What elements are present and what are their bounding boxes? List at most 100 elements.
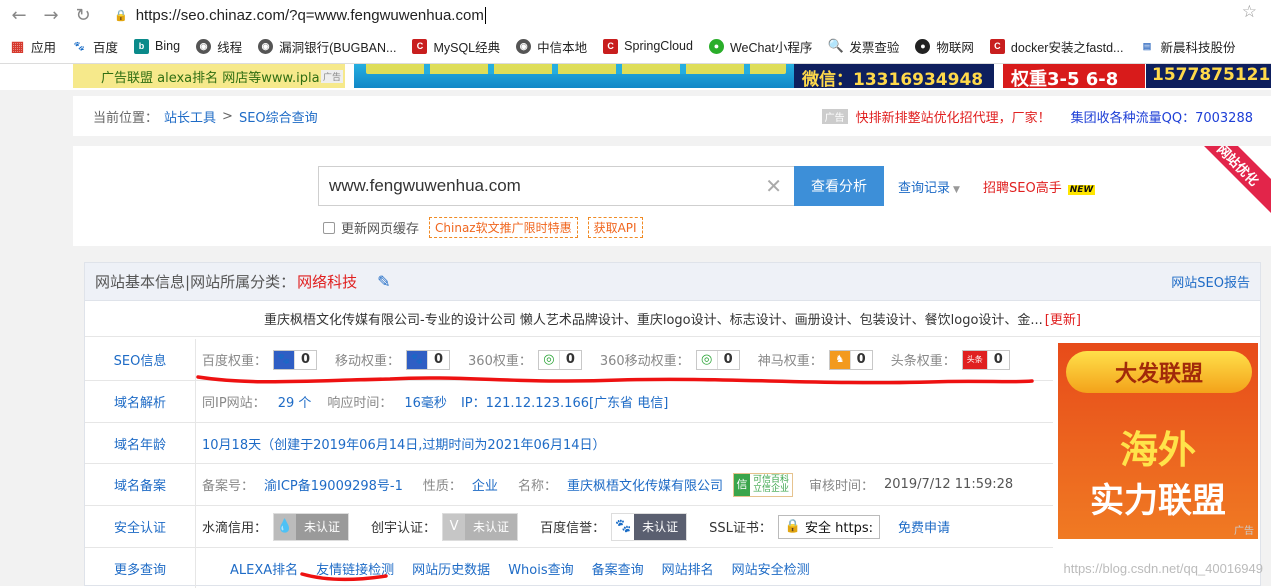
seo-label[interactable]: SEO信息 [85, 339, 196, 380]
query-history-dropdown[interactable]: 查询记录 ▼ [898, 177, 960, 196]
trusted-badge[interactable]: 信可信百科 立信企业 [732, 472, 793, 497]
bookmark-thread[interactable]: ◉ 线程 [196, 37, 242, 56]
bookmark-xinchen[interactable]: ▤ 新晨科技股份 [1139, 37, 1236, 56]
history-link[interactable]: 网站历史数据 [412, 559, 490, 578]
site-rank-link[interactable]: 网站排名 [662, 559, 714, 578]
bookmark-invoice[interactable]: 🔍 发票查验 [828, 37, 900, 56]
seo-row: SEO信息 百度权重： 🐾 0 移动权重： 🐾 0 360权重： ◎ 0 360移动权重： ◎… [85, 339, 1053, 381]
corner-ribbon[interactable]: 网站优化 [1181, 146, 1271, 222]
icp-name[interactable]: 重庆枫梧文化传媒有限公司 [567, 475, 723, 494]
ip-info[interactable]: IP：121.12.123.166[广东省 电信] [461, 392, 668, 411]
baidu-paw-icon: 🐾 [407, 350, 428, 369]
edit-icon[interactable]: ✎ [377, 272, 390, 291]
info-title: 网站基本信息 [95, 273, 186, 291]
site-category[interactable]: 网络科技 [297, 271, 357, 292]
bookmark-iot[interactable]: ● 物联网 [915, 37, 974, 56]
bookmark-wechat[interactable]: ● WeChat小程序 [708, 37, 812, 56]
360-mobile-weight[interactable]: 360移动权重： ◎ 0 [600, 349, 740, 370]
ad-badge: 广告 [821, 108, 848, 124]
alexa-link[interactable]: ALEXA排名 [230, 559, 298, 578]
free-apply-link[interactable]: 免费申请 [898, 517, 950, 536]
ad-alexa[interactable]: 广告联盟 alexa排名 网店等www.ipla.cc 广告 [73, 64, 345, 88]
site-info-panel: 网站基本信息 |网站所属分类： 网络科技 ✎ 网站SEO报告 重庆枫梧文化传媒有… [84, 262, 1261, 588]
ad-weight[interactable]: 权重3-5 6-8 [1003, 64, 1145, 90]
shuidi-badge[interactable]: 💧 未认证 [273, 512, 350, 541]
age-label[interactable]: 域名年龄 [85, 423, 196, 463]
ad-wechat[interactable]: 微信：13316934948 [794, 64, 994, 90]
baidu-paw-icon: 🐾 [274, 350, 295, 369]
age-row: 域名年龄 10月18天（创建于2019年06月14日,过期时间为2021年06月… [85, 423, 1053, 464]
qq-link[interactable]: 集团收各种流量QQ：7003288 [1071, 107, 1253, 126]
side-ad[interactable]: 大发联盟 海外 实力联盟 广告 [1058, 343, 1258, 539]
bookmark-citic[interactable]: ◉ 中信本地 [516, 37, 587, 56]
reload-icon[interactable]: ↻ [70, 2, 96, 28]
forward-icon[interactable]: → [38, 2, 64, 28]
mobile-weight[interactable]: 移动权重： 🐾 0 [335, 349, 451, 370]
dns-label[interactable]: 域名解析 [85, 381, 196, 422]
response-time[interactable]: 16毫秒 [404, 392, 447, 411]
toutiao-weight[interactable]: 头条权重： 头条 0 [891, 349, 1010, 370]
bookmark-bugbank[interactable]: ◉ 漏洞银行(BUGBAN... [258, 37, 396, 56]
v-shield-icon: V [443, 513, 466, 540]
baidu-credit-badge[interactable]: 🐾 未认证 [611, 512, 688, 541]
search-input[interactable] [319, 176, 749, 196]
bookmark-mysql[interactable]: C MySQL经典 [412, 37, 500, 56]
icp-label[interactable]: 域名备案 [85, 464, 196, 505]
trust-icon: 信 [733, 473, 750, 496]
chuangyu-badge[interactable]: V 未认证 [442, 512, 519, 541]
top-ad-banner[interactable]: 广告联盟 alexa排名 网店等www.ipla.cc 广告 微信：1331693… [0, 64, 1271, 90]
ad-logo: 大发联盟 [1066, 351, 1252, 393]
refresh-cache-checkbox[interactable] [323, 221, 335, 234]
bookmark-star-icon[interactable]: ☆ [1242, 2, 1257, 22]
analyze-button[interactable]: 查看分析 [794, 166, 884, 206]
lock-icon[interactable]: 🔒 [114, 9, 128, 22]
address-bar[interactable]: 🔒 https://seo.chinaz.com/?q=www.fengwuwe… [104, 2, 1254, 28]
refresh-cache-label[interactable]: 更新网页缓存 [341, 218, 419, 237]
back-icon[interactable]: ← [6, 2, 32, 28]
ad-tel[interactable]: 15778751212 [1146, 64, 1271, 88]
ssl-badge[interactable]: 🔒 安全 https: [777, 514, 881, 539]
icp-time: 2019/7/12 11:59:28 [884, 477, 1014, 492]
bookmarks-bar: ▦ 应用 🐾 百度 b Bing ◉ 线程 ◉ 漏洞银行(BUGBAN... C MySQL… [0, 34, 1241, 58]
watermark: https://blog.csdn.net/qq_40016949 [1063, 561, 1264, 576]
bookmark-bing[interactable]: b Bing [134, 38, 180, 54]
bookmark-springcloud[interactable]: C SpringCloud [603, 38, 693, 54]
promo-link[interactable]: 快排新排整站优化招代理，厂家！ [856, 107, 1051, 126]
api-tag[interactable]: 获取API [587, 217, 643, 238]
water-drop-icon: 💧 [274, 513, 297, 540]
update-link[interactable]: [更新] [1045, 309, 1081, 328]
browser-chrome: ← → ↻ 🔒 https://seo.chinaz.com/?q=www.fe… [0, 0, 1271, 64]
baidu-weight[interactable]: 百度权重： 🐾 0 [202, 349, 318, 370]
breadcrumb-home[interactable]: 站长工具 [164, 107, 216, 126]
same-ip-count[interactable]: 29 个 [278, 392, 312, 411]
ad-banner-graphic[interactable] [354, 64, 794, 88]
bookmark-docker[interactable]: Cdocker安装之fastd... [989, 37, 1123, 56]
domain-age[interactable]: 10月18天（创建于2019年06月14日,过期时间为2021年06月14日） [202, 434, 606, 453]
toutiao-icon: 头条 [962, 350, 987, 369]
bookmark-apps[interactable]: ▦ 应用 [10, 37, 56, 56]
breadcrumb-ads: 广告 快排新排整站优化招代理，厂家！ 集团收各种流量QQ：7003288 [821, 107, 1253, 126]
csdn-icon: C [412, 38, 428, 54]
bookmark-baidu[interactable]: 🐾 百度 [72, 37, 118, 56]
info-header: 网站基本信息 |网站所属分类： 网络科技 ✎ 网站SEO报告 [85, 263, 1260, 301]
promo-tag[interactable]: Chinaz软文推广限时特惠 [429, 217, 578, 238]
url-text[interactable]: https://seo.chinaz.com/?q=www.fengwuwenh… [136, 7, 484, 24]
clear-icon[interactable]: ✕ [765, 174, 782, 198]
360-weight[interactable]: 360权重： ◎ 0 [468, 349, 582, 370]
search-panel: ✕ 查看分析 查询记录▼ 招聘SEO高手NEW 更新网页缓存 Chinaz软文推… [73, 146, 1271, 246]
icp-type: 企业 [471, 479, 498, 494]
breadcrumb-current[interactable]: SEO综合查询 [239, 107, 318, 126]
hire-seo-link[interactable]: 招聘SEO高手 NEW [983, 177, 1096, 196]
whois-link[interactable]: Whois查询 [508, 559, 573, 578]
friendlink-link[interactable]: 友情链接检测 [316, 559, 394, 578]
baidu-paw-icon: 🐾 [612, 513, 635, 540]
csdn-icon: C [603, 38, 619, 54]
options-row: 更新网页缓存 Chinaz软文推广限时特惠 获取API [323, 217, 643, 238]
shenma-weight[interactable]: 神马权重： ♞ 0 [758, 349, 873, 370]
more-label[interactable]: 更多查询 [85, 548, 196, 588]
icp-number[interactable]: 渝ICP备19009298号-1 [264, 475, 403, 494]
icp-query-link[interactable]: 备案查询 [592, 559, 644, 578]
security-label[interactable]: 安全认证 [85, 506, 196, 547]
seo-report-link[interactable]: 网站SEO报告 [1171, 272, 1250, 291]
security-check-link[interactable]: 网站安全检测 [732, 559, 810, 578]
